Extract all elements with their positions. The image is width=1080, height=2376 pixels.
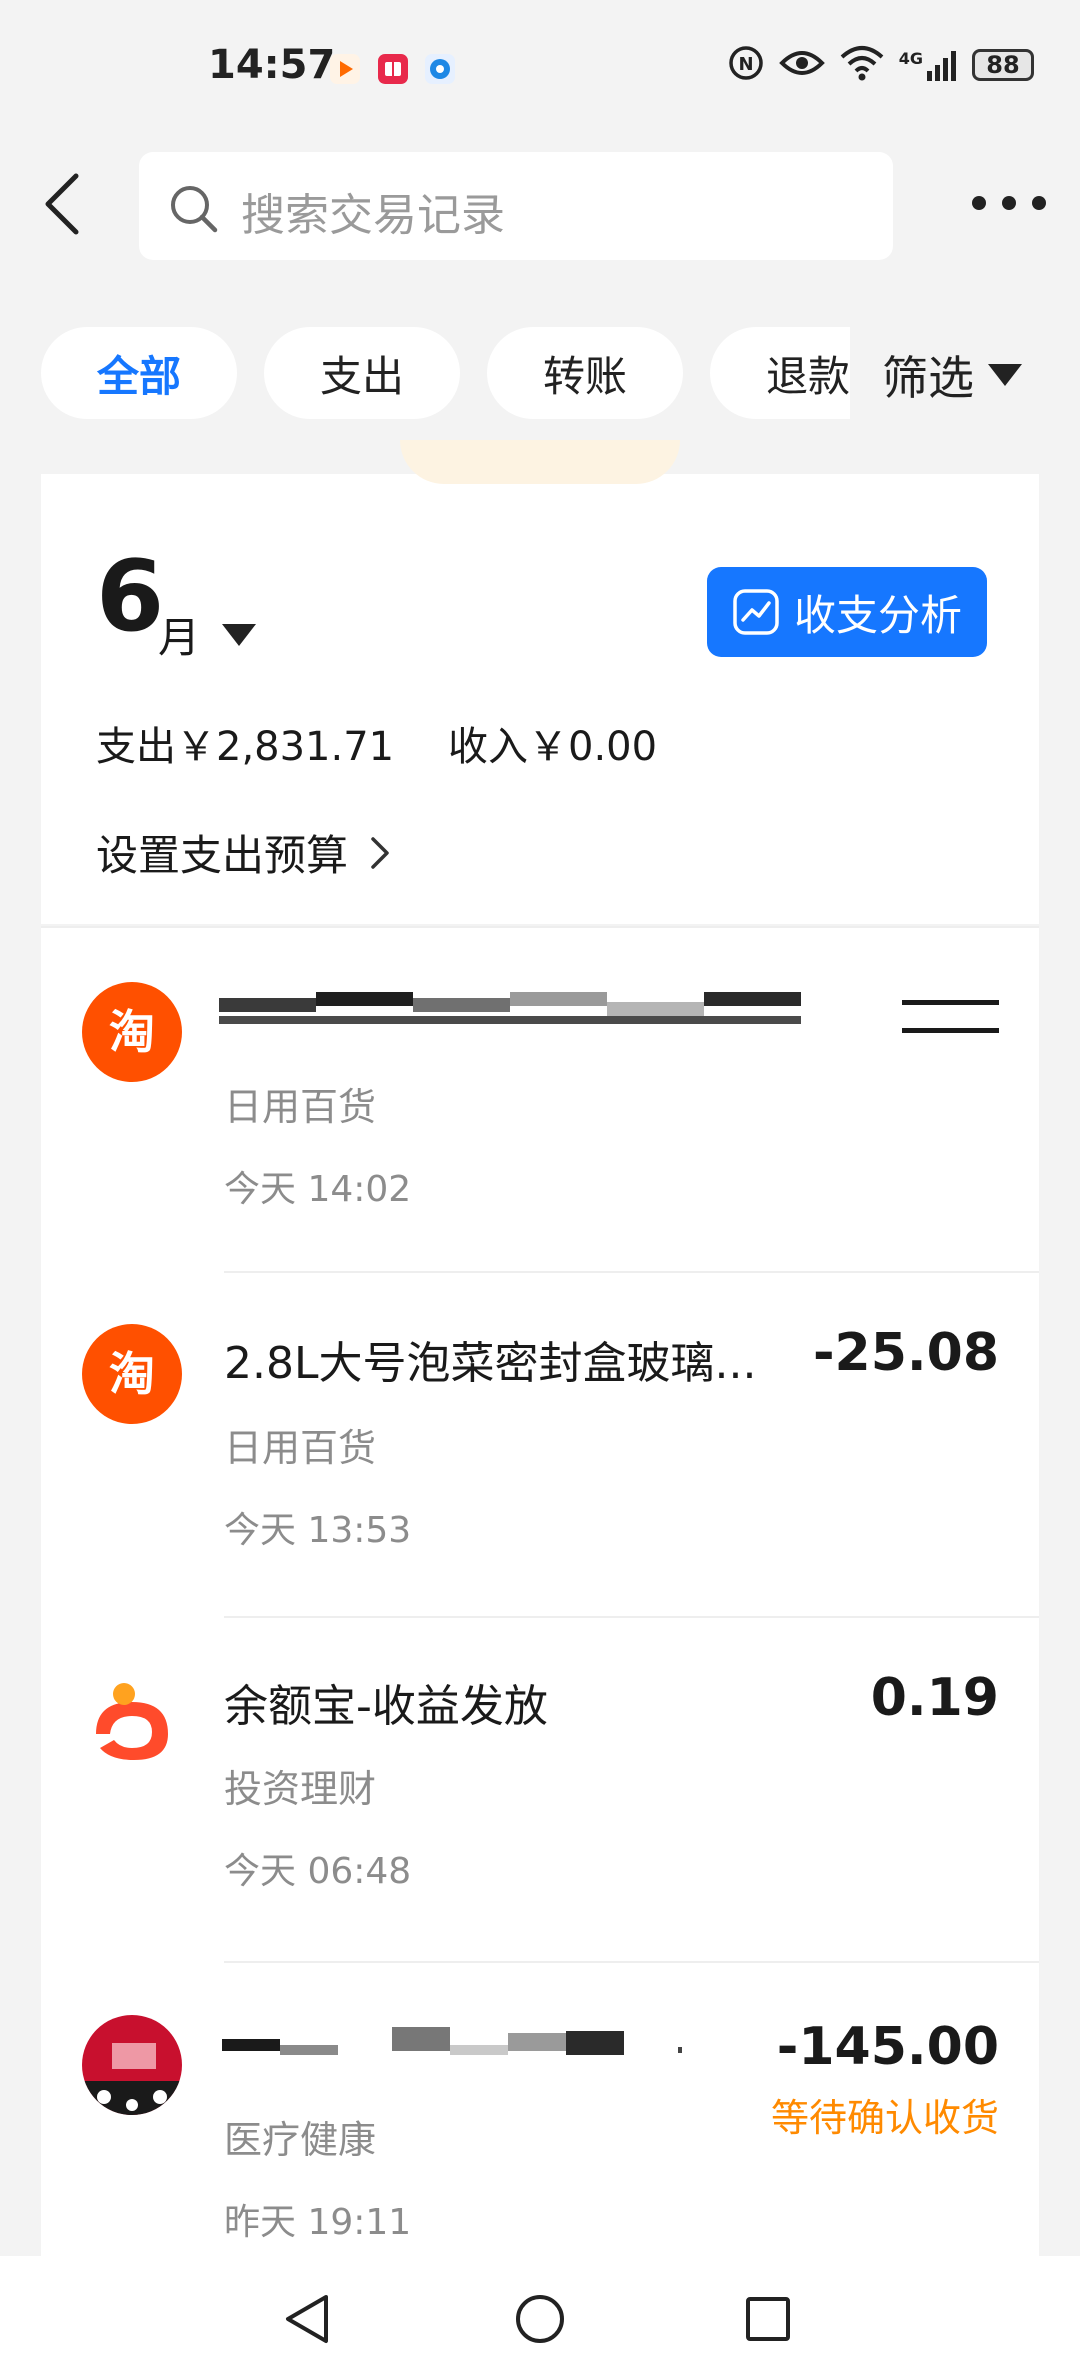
- more-dot-icon: [972, 196, 986, 210]
- video-app-icon: [330, 54, 360, 84]
- more-options-button[interactable]: [972, 188, 1046, 218]
- transaction-row[interactable]: 淘 2.8L大号泡菜密封盒玻璃... -25.08 日用百货 今天 13:53: [41, 1271, 1039, 1616]
- transaction-category: 医疗健康: [224, 2118, 377, 2162]
- system-navigation-bar: [0, 2256, 1080, 2376]
- chevron-left-icon: [45, 173, 79, 235]
- set-budget-link[interactable]: 设置支出预算: [96, 822, 392, 883]
- search-icon: [171, 186, 218, 233]
- eye-icon: [778, 47, 825, 83]
- transaction-amount: -145.00: [776, 2017, 999, 2077]
- reader-app-icon: [378, 54, 408, 84]
- cellular-signal-icon: 4G: [899, 49, 958, 81]
- status-icons: N 4G 88: [727, 44, 1034, 86]
- nfc-icon: N: [727, 44, 765, 86]
- taobao-icon: 淘: [82, 1324, 182, 1424]
- month-unit[interactable]: 月: [158, 604, 200, 665]
- network-type-label: 4G: [898, 49, 923, 68]
- transaction-category: 日用百货: [224, 1426, 377, 1470]
- filter-label: 筛选: [882, 351, 974, 405]
- caret-down-icon: [988, 364, 1022, 386]
- more-dot-icon: [1002, 196, 1016, 210]
- svg-text:淘: 淘: [109, 1347, 155, 1401]
- nav-recents-icon[interactable]: [743, 2294, 793, 2344]
- battery-icon: 88: [972, 49, 1034, 81]
- month-number[interactable]: 6: [96, 548, 164, 646]
- transaction-time: 今天 06:48: [224, 1851, 412, 1892]
- wifi-icon: [839, 45, 885, 85]
- filter-button[interactable]: 筛选: [882, 342, 1022, 408]
- transaction-category: 日用百货: [224, 1085, 377, 1129]
- order-status-label: 等待确认收货: [770, 2096, 999, 2140]
- income-expense-analysis-button[interactable]: 收支分析: [707, 567, 987, 657]
- month-dropdown-icon[interactable]: [222, 624, 256, 646]
- status-time: 14:57: [208, 42, 336, 88]
- transaction-category: 投资理财: [224, 1767, 377, 1811]
- nav-home-icon[interactable]: [513, 2292, 567, 2346]
- back-button[interactable]: [36, 166, 96, 242]
- transaction-list: 淘 日用百货 今天 14:02 淘 2.8L大号泡菜密封盒玻璃... -25.0…: [41, 926, 1039, 2256]
- merchant-avatar-icon: [82, 2015, 182, 2115]
- card-decoration: [400, 440, 680, 484]
- transaction-row[interactable]: 淘 日用百货 今天 14:02: [41, 926, 1039, 1271]
- transaction-title: 2.8L大号泡菜密封盒玻璃...: [224, 1338, 757, 1389]
- search-placeholder: 搜索交易记录: [241, 190, 505, 241]
- yuebao-icon: [82, 1674, 182, 1774]
- transaction-amount: -25.08: [812, 1323, 999, 1383]
- tab-transfer[interactable]: 转账: [487, 327, 683, 419]
- month-expense-total: 支出￥2,831.71: [96, 724, 395, 770]
- transaction-title: 余额宝-收益发放: [224, 1681, 548, 1732]
- set-budget-label: 设置支出预算: [96, 831, 349, 880]
- tab-all[interactable]: 全部: [41, 327, 237, 419]
- transaction-time: 今天 14:02: [224, 1169, 412, 1210]
- trend-chart-icon: [733, 589, 779, 635]
- transaction-time: 昨天 19:11: [224, 2202, 412, 2243]
- tab-expense[interactable]: 支出: [264, 327, 460, 419]
- transaction-amount: 0.19: [870, 1668, 999, 1728]
- nav-back-icon[interactable]: [282, 2292, 332, 2346]
- svg-text:N: N: [738, 54, 753, 75]
- search-input[interactable]: 搜索交易记录: [139, 152, 893, 260]
- analysis-button-label: 收支分析: [793, 590, 962, 640]
- svg-text:淘: 淘: [109, 1005, 155, 1059]
- taobao-icon: 淘: [82, 982, 182, 1082]
- transaction-row[interactable]: -145.00 等待确认收货 医疗健康 昨天 19:11: [41, 1961, 1039, 2256]
- month-income-total: 收入￥0.00: [448, 724, 658, 770]
- transaction-row[interactable]: 余额宝-收益发放 0.19 投资理财 今天 06:48: [41, 1616, 1039, 1961]
- transaction-time: 今天 13:53: [224, 1510, 412, 1551]
- chevron-right-icon: [371, 836, 389, 869]
- battery-level: 88: [986, 51, 1020, 79]
- more-dot-icon: [1032, 196, 1046, 210]
- browser-app-icon: [425, 54, 455, 84]
